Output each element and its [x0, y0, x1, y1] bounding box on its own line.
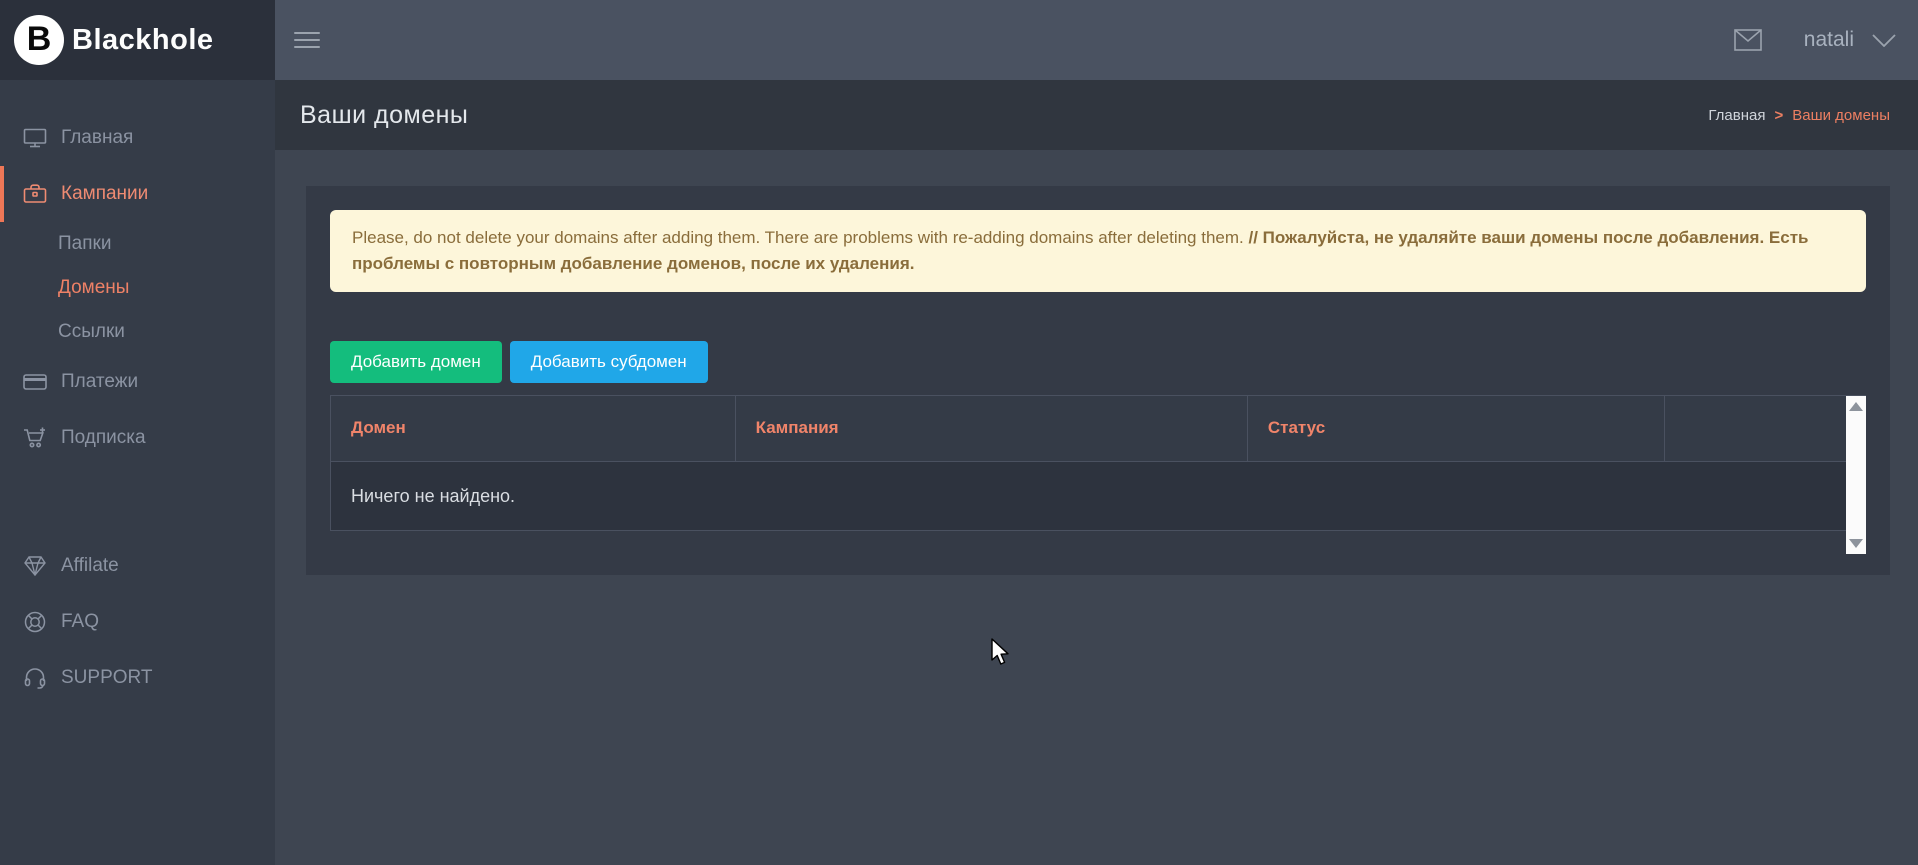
sidebar-subitem-domains[interactable]: Домены: [0, 266, 275, 310]
monitor-icon: [21, 125, 48, 151]
sidebar-item-payments[interactable]: Платежи: [0, 354, 275, 410]
brand-logo[interactable]: B Blackhole: [0, 0, 275, 80]
breadcrumb-home-link[interactable]: Главная: [1708, 107, 1765, 124]
column-header-campaign[interactable]: Кампания: [735, 396, 1247, 462]
sidebar-subitem-links[interactable]: Ссылки: [0, 310, 275, 354]
brand-logo-icon: B: [14, 15, 64, 65]
sidebar-toggle-icon[interactable]: [294, 27, 320, 53]
domains-table-container: Домен Кампания Статус Ничего не найдено.: [330, 395, 1866, 553]
add-domain-button[interactable]: Добавить домен: [330, 341, 502, 383]
sidebar-subitem-folders[interactable]: Папки: [0, 222, 275, 266]
content-area: Please, do not delete your domains after…: [275, 150, 1918, 865]
brand-name: Blackhole: [72, 24, 214, 57]
actions-row: Добавить домен Добавить субдомен: [330, 341, 1866, 383]
column-header-domain[interactable]: Домен: [331, 396, 736, 462]
sidebar-item-label: Домены: [58, 277, 129, 299]
domains-table: Домен Кампания Статус Ничего не найдено.: [330, 396, 1846, 532]
username[interactable]: natali: [1804, 28, 1854, 52]
sidebar-item-label: FAQ: [61, 611, 99, 633]
column-header-actions: [1664, 396, 1846, 462]
sidebar-item-faq[interactable]: FAQ: [0, 594, 275, 650]
sidebar: Главная Кампании Папки Домены Ссылки: [0, 80, 275, 865]
sidebar-item-affiliate[interactable]: Affilate: [0, 538, 275, 594]
table-header-row: Домен Кампания Статус: [331, 396, 1847, 462]
breadcrumb-current: Ваши домены: [1792, 107, 1890, 124]
sidebar-item-label: Подписка: [61, 427, 146, 449]
briefcase-icon: [21, 181, 48, 207]
table-scrollbar[interactable]: [1846, 396, 1866, 554]
sidebar-spacer: [0, 466, 275, 538]
messages-icon[interactable]: [1734, 29, 1762, 51]
life-ring-icon: [21, 609, 48, 635]
sidebar-item-label: Affilate: [61, 555, 119, 577]
user-menu-chevron-down-icon[interactable]: [1872, 34, 1896, 47]
domains-card: Please, do not delete your domains after…: [306, 186, 1890, 575]
sidebar-item-label: SUPPORT: [61, 667, 153, 689]
sidebar-item-home[interactable]: Главная: [0, 110, 275, 166]
sidebar-item-subscription[interactable]: Подписка: [0, 410, 275, 466]
sidebar-item-label: Кампании: [61, 183, 148, 205]
app-window: B Blackhole natali: [0, 0, 1918, 865]
credit-card-icon: [21, 369, 48, 395]
cart-plus-icon: [21, 425, 48, 451]
sidebar-item-campaigns[interactable]: Кампании: [0, 166, 275, 222]
brand-initial: B: [27, 22, 52, 56]
add-subdomain-button[interactable]: Добавить субдомен: [510, 341, 708, 383]
topbar-main: natali: [275, 0, 1918, 80]
column-header-status[interactable]: Статус: [1247, 396, 1664, 462]
warning-alert: Please, do not delete your domains after…: [330, 210, 1866, 292]
topbar-right: natali: [1734, 28, 1918, 52]
alert-text-en: Please, do not delete your domains after…: [352, 228, 1248, 247]
breadcrumb-chevron-icon: >: [1774, 107, 1783, 124]
scroll-down-icon[interactable]: [1849, 539, 1863, 548]
breadcrumb: Главная > Ваши домены: [1708, 107, 1890, 124]
gem-icon: [21, 553, 48, 579]
scroll-up-icon[interactable]: [1849, 402, 1863, 411]
sidebar-item-label: Главная: [61, 127, 133, 149]
table-row: Ничего не найдено.: [331, 462, 1847, 531]
sidebar-item-label: Платежи: [61, 371, 138, 393]
page-title: Ваши домены: [300, 101, 468, 130]
main-area: Ваши домены Главная > Ваши домены Please…: [275, 80, 1918, 865]
topbar: B Blackhole natali: [0, 0, 1918, 80]
page-header: Ваши домены Главная > Ваши домены: [275, 80, 1918, 150]
sidebar-item-label: Папки: [58, 233, 111, 255]
sidebar-item-label: Ссылки: [58, 321, 125, 343]
sidebar-item-support[interactable]: SUPPORT: [0, 650, 275, 706]
headset-icon: [21, 665, 48, 691]
empty-table-message: Ничего не найдено.: [331, 462, 1847, 531]
